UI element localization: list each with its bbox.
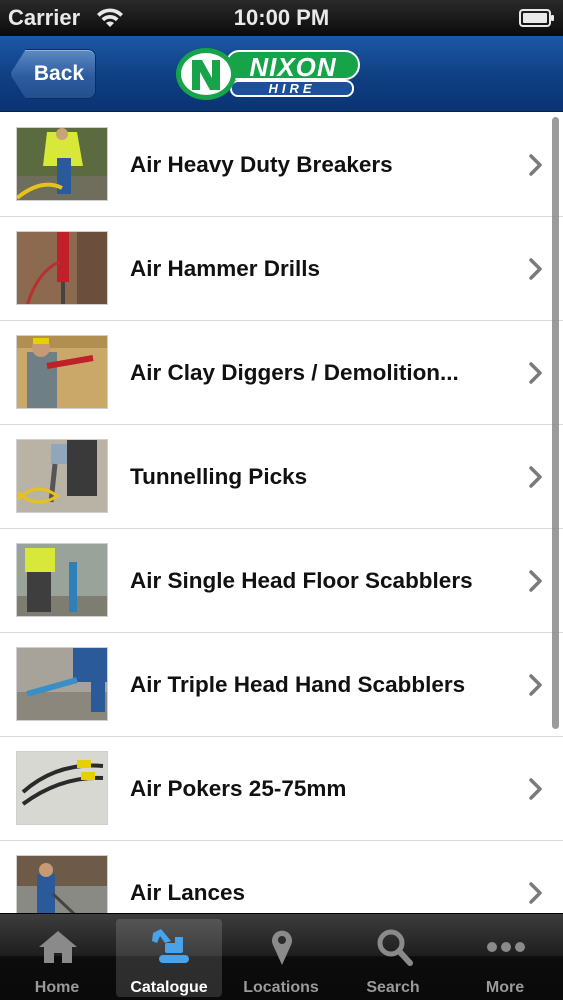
list-item[interactable]: Air Single Head Floor Scabblers <box>0 529 563 633</box>
item-thumbnail <box>16 647 108 721</box>
item-label: Air Lances <box>130 880 246 905</box>
list-item[interactable]: Air Hammer Drills <box>0 217 563 321</box>
back-button-label: Back <box>33 62 85 85</box>
catalogue-list[interactable]: Air Heavy Duty Breakers Air Hammer Drill… <box>0 113 563 913</box>
item-thumbnail <box>16 231 108 305</box>
chevron-right-icon <box>529 362 542 384</box>
home-icon <box>39 931 77 963</box>
tab-home[interactable]: Home <box>4 919 110 997</box>
chevron-right-icon <box>529 258 542 280</box>
item-label: Air Single Head Floor Scabblers <box>130 568 473 593</box>
tab-label: Search <box>366 979 420 996</box>
list-scrollbar[interactable] <box>552 117 559 729</box>
logo-subtitle: HIRE <box>230 80 354 97</box>
tab-label: Home <box>34 979 80 996</box>
list-item[interactable]: Air Triple Head Hand Scabblers <box>0 633 563 737</box>
tab-label: Locations <box>243 979 319 996</box>
more-dots-icon <box>487 942 525 952</box>
search-icon <box>377 929 413 966</box>
logo-wordmark: NIXON <box>226 50 360 82</box>
item-label: Air Hammer Drills <box>130 256 321 281</box>
tab-label: More <box>485 979 525 996</box>
map-pin-icon <box>272 930 292 965</box>
item-label: Tunnelling Picks <box>130 464 308 489</box>
list-item[interactable]: Air Heavy Duty Breakers <box>0 113 563 217</box>
chevron-right-icon <box>529 466 542 488</box>
list-item[interactable]: Air Pokers 25-75mm <box>0 737 563 841</box>
logo-emblem <box>176 48 236 100</box>
battery-icon <box>519 9 554 27</box>
back-button[interactable]: Back <box>10 49 96 99</box>
item-label: Air Triple Head Hand Scabblers <box>130 672 466 697</box>
item-label: Air Clay Diggers / Demolition... <box>130 360 459 385</box>
item-label: Air Pokers 25-75mm <box>130 776 347 801</box>
item-thumbnail <box>16 751 108 825</box>
list-item[interactable]: Air Lances <box>0 841 563 913</box>
chevron-right-icon <box>529 778 542 800</box>
list-item[interactable]: Tunnelling Picks <box>0 425 563 529</box>
chevron-right-icon <box>529 570 542 592</box>
nixon-hire-logo: NIXON HIRE <box>176 46 362 102</box>
item-thumbnail <box>16 335 108 409</box>
item-thumbnail <box>16 439 108 513</box>
item-label: Air Heavy Duty Breakers <box>130 152 393 177</box>
chevron-right-icon <box>529 154 542 176</box>
status-time: 10:00 PM <box>233 5 330 30</box>
tab-label: Catalogue <box>130 979 208 996</box>
tab-catalogue[interactable]: Catalogue <box>116 919 222 997</box>
nav-bar: Back NIXON HIRE <box>0 36 563 112</box>
list-item[interactable]: Air Clay Diggers / Demolition... <box>0 321 563 425</box>
item-thumbnail <box>16 127 108 201</box>
status-bar: Carrier 10:00 PM <box>0 0 563 36</box>
item-thumbnail <box>16 855 108 913</box>
logo-n-icon <box>192 60 220 90</box>
chevron-right-icon <box>529 674 542 696</box>
tab-bar: Home Catalogue Locations Search More <box>0 913 563 1000</box>
excavator-icon <box>152 929 189 963</box>
tab-more[interactable]: More <box>452 919 558 997</box>
item-thumbnail <box>16 543 108 617</box>
tab-locations[interactable]: Locations <box>228 919 334 997</box>
tab-search[interactable]: Search <box>340 919 446 997</box>
chevron-right-icon <box>529 882 542 904</box>
